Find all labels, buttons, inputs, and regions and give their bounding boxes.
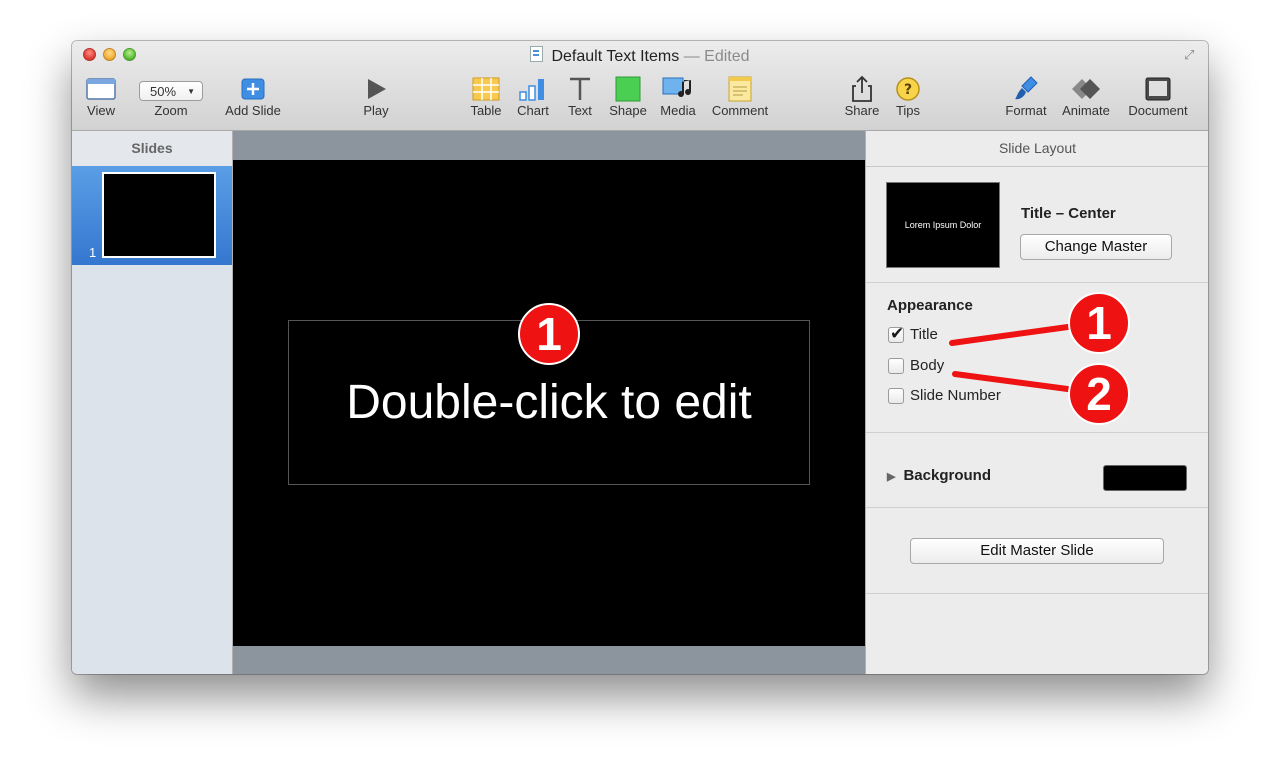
add-slide-label: Add Slide: [225, 103, 281, 118]
text-label: Text: [568, 103, 592, 118]
title-checkbox-label: Title: [910, 326, 938, 343]
title-checkbox[interactable]: [888, 324, 904, 344]
slide-canvas: Double-click to edit: [233, 131, 865, 674]
shape-label: Shape: [609, 103, 647, 118]
tips-button[interactable]: ? Tips: [890, 75, 926, 118]
keynote-window: Default Text Items — Edited ⤢ View 50% ▼ …: [72, 41, 1208, 674]
slide-number-checkbox-row[interactable]: Slide Number: [888, 387, 1001, 404]
slide-navigator: Slides 1: [72, 131, 233, 674]
background-color-well[interactable]: [1103, 465, 1187, 491]
shape-button[interactable]: Shape: [608, 75, 648, 118]
tips-label: Tips: [895, 103, 921, 118]
background-label: Background: [903, 467, 991, 484]
toolbar: Default Text Items — Edited ⤢ View 50% ▼ …: [72, 41, 1208, 131]
play-label: Play: [363, 103, 389, 118]
share-button[interactable]: Share: [844, 75, 880, 118]
slide-number-checkbox[interactable]: [888, 387, 904, 404]
share-label: Share: [844, 103, 880, 118]
change-master-button[interactable]: Change Master: [1020, 234, 1172, 260]
play-button[interactable]: Play: [356, 75, 396, 118]
zoom-popup[interactable]: 50% ▼: [139, 81, 203, 101]
document-icon: [530, 46, 544, 62]
question-mark-icon: ?: [890, 75, 926, 103]
annotation-badge-title-checkbox: 1: [1068, 292, 1130, 354]
media-icon: [658, 75, 698, 103]
zoom-label: Zoom: [154, 103, 188, 118]
text-icon: [564, 75, 596, 103]
title-separator: —: [683, 48, 700, 65]
window-title: Default Text Items — Edited: [72, 46, 1208, 66]
chart-button[interactable]: Chart: [514, 75, 552, 118]
add-slide-button[interactable]: Add Slide: [220, 75, 286, 118]
edit-master-section: Edit Master Slide: [866, 508, 1208, 594]
edited-label: Edited: [704, 48, 750, 65]
chart-icon: [514, 75, 552, 103]
slide-number: 1: [89, 245, 97, 260]
document-label: Document: [1128, 103, 1188, 118]
fullscreen-icon[interactable]: ⤢: [1184, 48, 1198, 62]
format-button[interactable]: Format: [1002, 75, 1050, 118]
annotation-badge-body-checkbox: 2: [1068, 363, 1130, 425]
document-inspector-icon: [1124, 75, 1192, 103]
view-button[interactable]: View: [84, 75, 118, 118]
paintbrush-icon: [1002, 75, 1050, 103]
title-checkbox-row[interactable]: Title: [888, 324, 938, 344]
animate-label: Animate: [1062, 103, 1110, 118]
chart-label: Chart: [517, 103, 549, 118]
animate-button[interactable]: Animate: [1058, 75, 1114, 118]
svg-text:?: ?: [904, 82, 912, 98]
animate-icon: [1058, 75, 1114, 103]
body-checkbox-row[interactable]: Body: [888, 357, 944, 374]
document-button[interactable]: Document: [1124, 75, 1192, 118]
comment-icon: [708, 75, 772, 103]
chevron-down-icon: ▼: [187, 87, 195, 96]
document-title: Default Text Items: [551, 48, 680, 65]
annotation-badge-slide-title: 1: [518, 303, 580, 365]
slide[interactable]: Double-click to edit: [233, 160, 865, 646]
text-button[interactable]: Text: [564, 75, 596, 118]
media-button[interactable]: Media: [658, 75, 698, 118]
add-slide-icon: [220, 75, 286, 103]
master-name: Title – Center: [1021, 205, 1116, 222]
zoom-popup-wrap: 50% ▼: [136, 75, 206, 103]
media-label: Media: [660, 103, 696, 118]
master-thumbnail: Lorem Ipsum Dolor: [886, 182, 1000, 268]
appearance-section: Appearance Title Body Slide Number: [866, 283, 1208, 433]
zoom-control[interactable]: 50% ▼ Zoom: [136, 75, 206, 118]
shape-icon: [608, 75, 648, 103]
body-checkbox[interactable]: [888, 357, 904, 374]
master-section: Lorem Ipsum Dolor Title – Center Change …: [866, 167, 1208, 283]
slides-header: Slides: [72, 131, 232, 167]
disclosure-triangle-icon: ▶: [887, 471, 896, 483]
format-label: Format: [1005, 103, 1047, 118]
background-disclosure[interactable]: ▶ Background: [887, 467, 991, 484]
table-button[interactable]: Table: [468, 75, 504, 118]
table-icon: [468, 75, 504, 103]
inspector-header: Slide Layout: [866, 131, 1208, 167]
slide-thumbnail[interactable]: [102, 172, 216, 258]
slide-thumbnail-row[interactable]: 1: [72, 166, 232, 265]
comment-label: Comment: [711, 103, 769, 118]
zoom-value: 50%: [150, 84, 177, 99]
play-icon: [356, 75, 396, 103]
slide-layout-inspector: Slide Layout Lorem Ipsum Dolor Title – C…: [865, 131, 1208, 674]
body-checkbox-label: Body: [910, 357, 945, 374]
view-label: View: [87, 103, 115, 118]
background-section: ▶ Background: [866, 433, 1208, 508]
slide-number-checkbox-label: Slide Number: [910, 387, 1001, 404]
master-thumbnail-text: Lorem Ipsum Dolor: [904, 220, 982, 230]
comment-button[interactable]: Comment: [708, 75, 772, 118]
table-label: Table: [470, 103, 502, 118]
appearance-label: Appearance: [887, 297, 973, 314]
edit-master-slide-button[interactable]: Edit Master Slide: [910, 538, 1164, 564]
view-icon: [84, 75, 118, 103]
share-icon: [844, 75, 880, 103]
